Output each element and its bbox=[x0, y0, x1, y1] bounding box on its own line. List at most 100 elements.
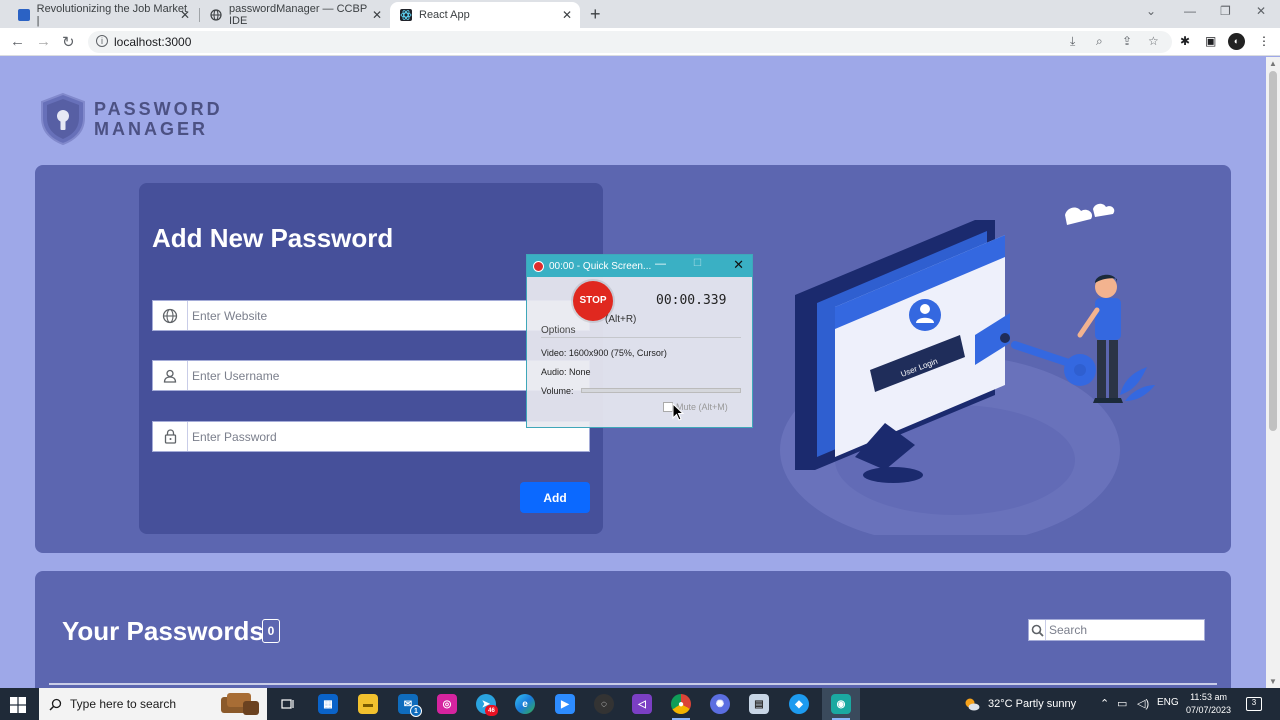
instagram-icon[interactable]: ◎ bbox=[437, 694, 457, 714]
partly-sunny-icon bbox=[965, 698, 980, 711]
search-icon bbox=[1029, 620, 1046, 640]
windows-start-icon[interactable] bbox=[10, 697, 26, 713]
tab-ccbp-ide[interactable]: passwordManager — CCBP IDE ✕ bbox=[200, 2, 390, 28]
microsoft-store-icon[interactable]: ▦ bbox=[318, 694, 338, 714]
mouse-cursor-icon bbox=[672, 403, 684, 421]
passwords-count-badge: 0 bbox=[262, 619, 280, 643]
extensions-puzzle-icon[interactable]: ✱ bbox=[1180, 34, 1190, 48]
taskbar-search-placeholder: Type here to search bbox=[70, 697, 177, 711]
tab-title: React App bbox=[419, 9, 470, 21]
globe-icon bbox=[153, 301, 188, 330]
page-scrollbar[interactable]: ▲ ▼ bbox=[1266, 57, 1280, 688]
new-tab-button[interactable]: + bbox=[590, 4, 601, 25]
video-setting[interactable]: Video: 1600x900 (75%, Cursor) bbox=[541, 348, 667, 358]
screen-recorder-window: 00:00 - Quick Screen... — ☐ ✕ STOP 00:00… bbox=[526, 254, 753, 428]
windows-taskbar: Type here to search ▦ ▬ ✉ 1 ◎ ➤ 46 e ▶ ◌… bbox=[0, 688, 1280, 720]
menu-kebab-icon[interactable]: ⋮ bbox=[1258, 34, 1270, 48]
file-explorer-icon[interactable]: ▬ bbox=[358, 694, 378, 714]
install-app-icon[interactable]: ⤓ bbox=[1070, 34, 1075, 49]
site-info-icon[interactable]: i bbox=[96, 35, 108, 47]
tab-react-app[interactable]: React App ✕ bbox=[390, 2, 580, 28]
forward-arrow-icon[interactable]: → bbox=[36, 33, 51, 50]
bookmark-star-icon[interactable]: ☆ bbox=[1148, 34, 1159, 48]
password-field bbox=[152, 421, 590, 452]
zoom-app-icon[interactable]: ▶ bbox=[555, 694, 575, 714]
search-input[interactable] bbox=[1046, 620, 1204, 640]
tab-job-market[interactable]: Revolutionizing the Job Market | ✕ bbox=[8, 2, 198, 28]
react-favicon-icon bbox=[400, 9, 412, 21]
username-field bbox=[152, 360, 590, 391]
browser-toolbar: ← → ↻ i localhost:3000 ⤓ ⌕ ⇪ ☆ ✱ ▣ ◐ ⋮ bbox=[0, 28, 1280, 56]
scrollbar-thumb[interactable] bbox=[1269, 71, 1277, 431]
password-search-field bbox=[1028, 619, 1205, 641]
stop-hotkey-label: (Alt+R) bbox=[605, 314, 637, 325]
weather-widget[interactable]: 32°C Partly sunny bbox=[964, 697, 1076, 711]
search-highlight-image-icon bbox=[221, 693, 259, 715]
system-clock[interactable]: 11:53 am 07/07/2023 bbox=[1186, 691, 1231, 717]
recording-timer: 00:00.339 bbox=[656, 293, 727, 308]
site-favicon-icon bbox=[18, 9, 30, 21]
volume-slider[interactable] bbox=[581, 388, 741, 393]
recorder-close-button[interactable]: ✕ bbox=[733, 257, 744, 273]
notification-count: 3 bbox=[1251, 698, 1257, 707]
network-icon[interactable]: ▭ bbox=[1117, 697, 1127, 710]
your-passwords-section: Your Passwords 0 bbox=[35, 571, 1231, 688]
show-hidden-icons-chevron-icon[interactable]: ⌃ bbox=[1100, 697, 1109, 710]
back-arrow-icon[interactable]: ← bbox=[10, 33, 25, 50]
mail-badge: 1 bbox=[410, 705, 422, 717]
form-title: Add New Password bbox=[152, 223, 394, 253]
clock-time: 11:53 am bbox=[1190, 692, 1227, 702]
telegram-badge: 46 bbox=[485, 705, 498, 716]
recorder-title: 00:00 - Quick Screen... bbox=[549, 260, 652, 272]
settings-gear-icon[interactable]: ✺ bbox=[710, 694, 730, 714]
share-icon[interactable]: ⇪ bbox=[1122, 34, 1132, 48]
scroll-up-arrow-icon[interactable]: ▲ bbox=[1269, 59, 1277, 68]
options-divider bbox=[541, 337, 741, 338]
close-icon[interactable]: ✕ bbox=[372, 8, 382, 22]
minimize-window-button[interactable]: — bbox=[1184, 4, 1196, 18]
profile-avatar[interactable]: ◐ bbox=[1228, 33, 1245, 50]
add-button[interactable]: Add bbox=[520, 482, 590, 513]
restore-window-button[interactable]: ❐ bbox=[1220, 4, 1231, 18]
zoom-icon[interactable]: ⌕ bbox=[1096, 34, 1103, 49]
app-circle-icon[interactable]: ◌ bbox=[594, 694, 614, 714]
weather-text: 32°C Partly sunny bbox=[988, 698, 1077, 710]
recorder-titlebar[interactable]: 00:00 - Quick Screen... — ☐ ✕ bbox=[527, 255, 752, 277]
options-heading: Options bbox=[541, 325, 576, 336]
browser-tab-bar: Revolutionizing the Job Market | ✕ passw… bbox=[0, 0, 1280, 28]
visual-studio-icon[interactable]: ◁ bbox=[632, 694, 652, 714]
reload-icon[interactable]: ↻ bbox=[62, 33, 75, 51]
clock-date: 07/07/2023 bbox=[1186, 705, 1232, 715]
close-window-button[interactable]: ✕ bbox=[1256, 4, 1266, 18]
logo-line-password: PASSWORD bbox=[94, 99, 223, 119]
address-url[interactable]: localhost:3000 bbox=[114, 35, 191, 49]
volume-label: Volume: bbox=[541, 386, 574, 396]
side-panel-icon[interactable]: ▣ bbox=[1205, 34, 1216, 48]
notepad-icon[interactable]: ▤ bbox=[749, 694, 769, 714]
close-icon[interactable]: ✕ bbox=[180, 8, 190, 22]
recorder-minimize-button[interactable]: — bbox=[655, 258, 666, 270]
volume-speaker-icon[interactable]: ◁) bbox=[1137, 697, 1149, 710]
globe-icon bbox=[210, 9, 222, 21]
shield-keyhole-icon bbox=[41, 92, 85, 146]
screen-recorder-icon[interactable]: ◉ bbox=[831, 694, 851, 714]
close-icon[interactable]: ✕ bbox=[562, 8, 572, 22]
address-bar[interactable]: i localhost:3000 bbox=[88, 31, 1172, 53]
tab-search-chevron-icon[interactable]: ⌄ bbox=[1146, 4, 1156, 18]
tab-title: Revolutionizing the Job Market | bbox=[36, 3, 188, 27]
app-logo: PASSWORD MANAGER bbox=[40, 92, 223, 146]
logo-line-manager: MANAGER bbox=[94, 119, 208, 139]
language-indicator[interactable]: ENG bbox=[1157, 697, 1179, 708]
audio-setting[interactable]: Audio: None bbox=[541, 367, 591, 377]
password-manager-illustration: User Login bbox=[780, 203, 1155, 535]
user-icon bbox=[153, 361, 188, 390]
search-icon bbox=[49, 698, 62, 711]
edge-browser-icon[interactable]: e bbox=[515, 694, 535, 714]
taskbar-search-box[interactable]: Type here to search bbox=[39, 688, 267, 720]
notification-center-icon[interactable]: 3 bbox=[1246, 697, 1262, 711]
scroll-down-arrow-icon[interactable]: ▼ bbox=[1269, 677, 1277, 686]
task-view-icon[interactable] bbox=[278, 694, 298, 714]
whale-app-icon[interactable]: ◆ bbox=[789, 694, 809, 714]
chrome-icon[interactable]: ● bbox=[671, 694, 691, 714]
recorder-maximize-button[interactable]: ☐ bbox=[693, 258, 702, 269]
